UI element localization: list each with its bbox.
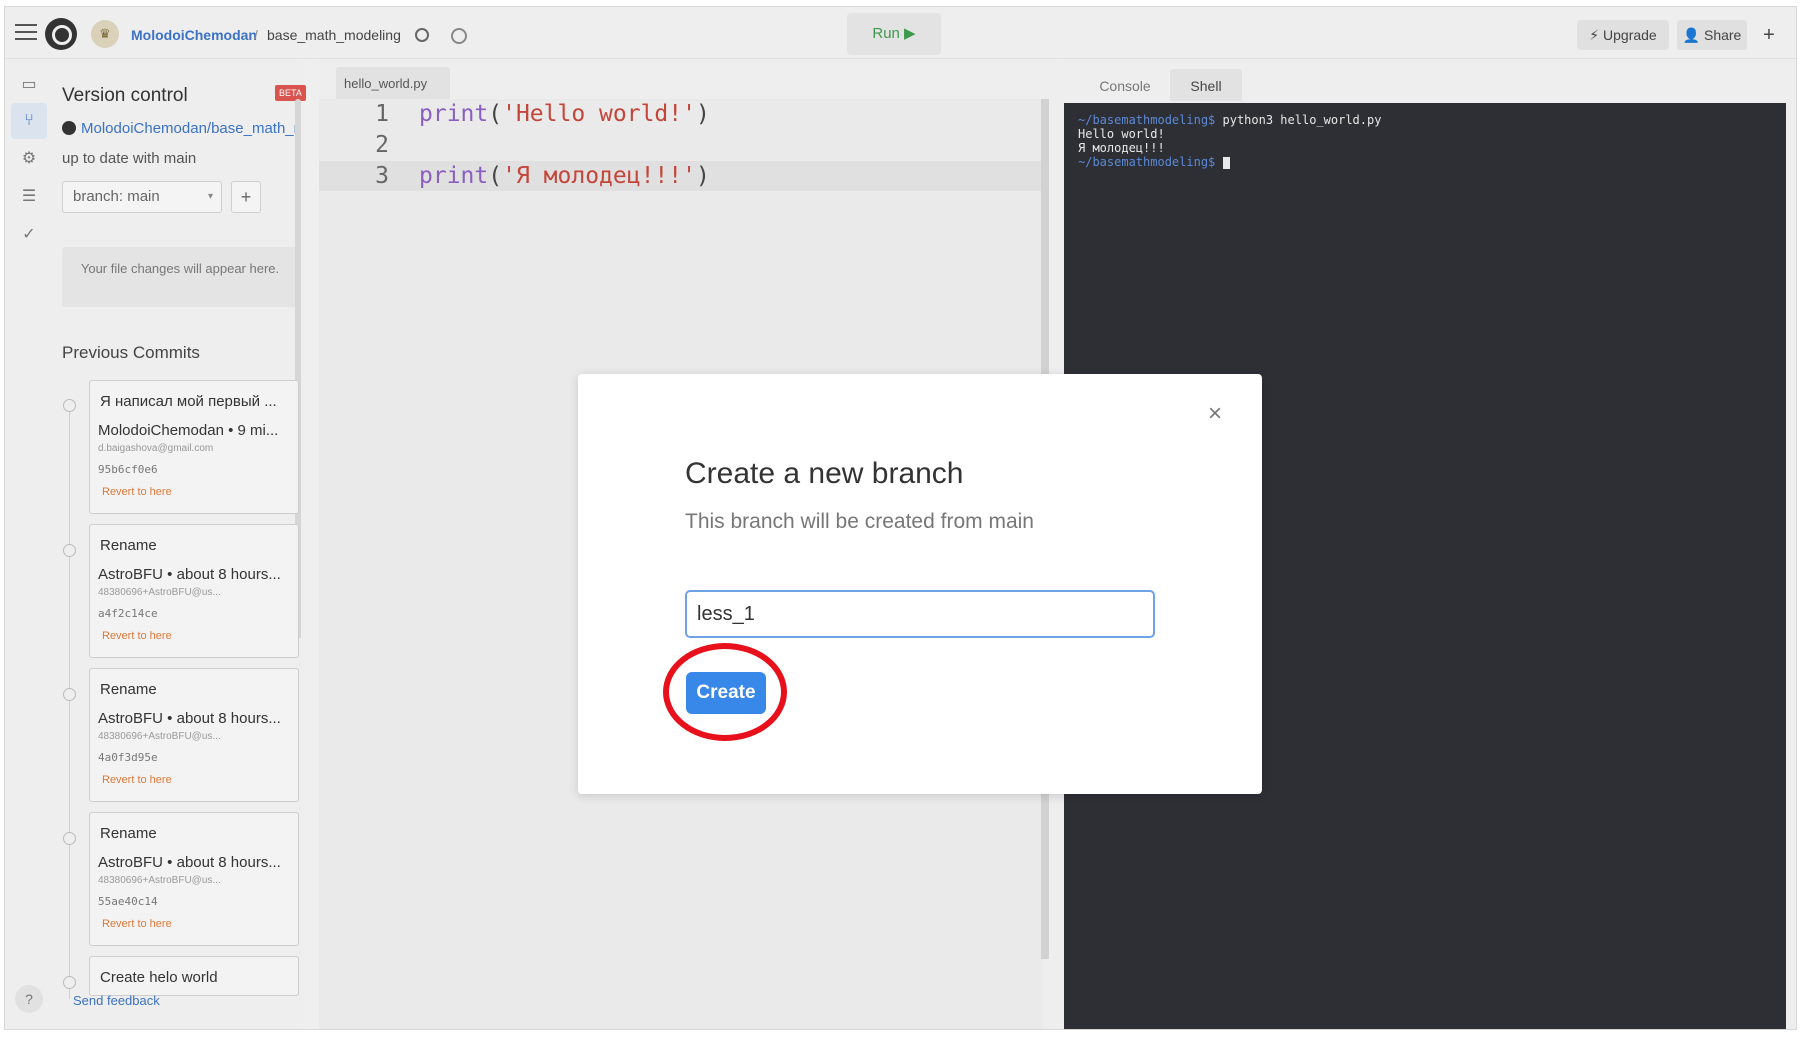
close-icon[interactable]: × <box>1208 400 1222 428</box>
dialog-title: Create a new branch <box>685 457 964 490</box>
highlight-annotation <box>663 643 787 741</box>
dialog-subtitle: This branch will be created from main <box>685 510 1034 533</box>
branch-name-input[interactable] <box>685 590 1155 638</box>
create-branch-dialog: × Create a new branch This branch will b… <box>578 374 1262 794</box>
modal-overlay: × Create a new branch This branch will b… <box>0 0 1802 1037</box>
